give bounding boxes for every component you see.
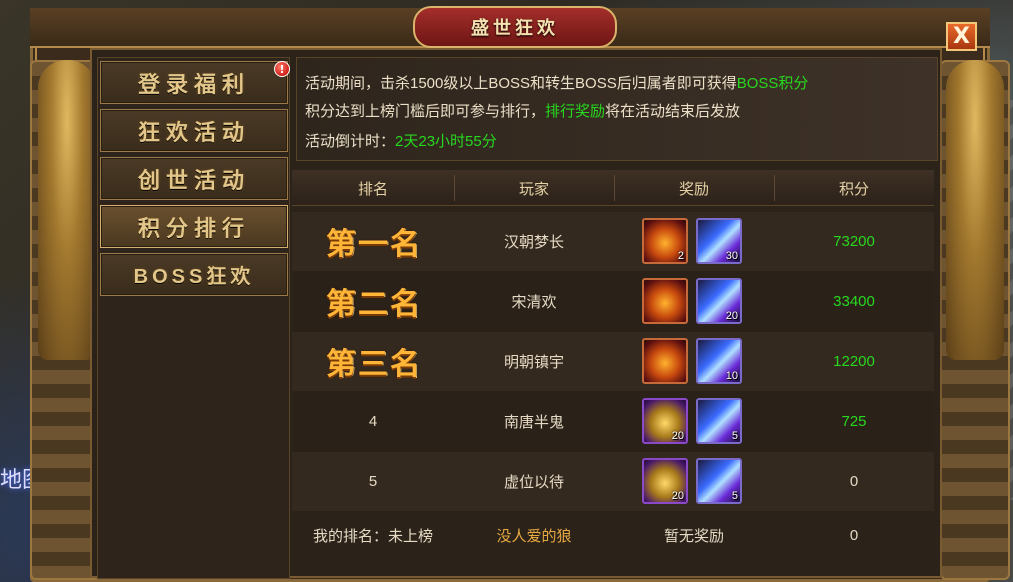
player-name[interactable]: 虚位以待	[454, 452, 614, 511]
crystal-item-icon[interactable]: 10	[696, 338, 742, 384]
score-value: 12200	[833, 353, 875, 370]
window-title: 盛世狂欢	[471, 18, 559, 39]
item-count: 5	[731, 490, 738, 502]
sidebar-item-label: BOSS狂欢	[133, 266, 255, 288]
rank-second-badge: 第二名	[326, 287, 422, 322]
rank-number: 5	[368, 473, 378, 490]
notification-badge-icon: !	[274, 61, 290, 77]
item-count: 10	[725, 370, 738, 382]
player-name[interactable]: 南唐半鬼	[454, 392, 614, 451]
item-count: 20	[671, 490, 684, 502]
my-score-value: 0	[849, 526, 859, 544]
score-value: 33400	[833, 293, 875, 310]
gourd-item-icon[interactable]	[642, 338, 688, 384]
score-value: 73200	[833, 233, 875, 250]
sidebar-item-label: 积分排行	[137, 215, 250, 242]
countdown-value: 2天23小时55分	[395, 133, 497, 150]
player-name[interactable]: 明朝镇宇	[454, 332, 614, 391]
info-text: 活动期间，击杀1500级以上BOSS和转生BOSS后归属者即可获得	[305, 75, 737, 92]
header-score: 积分	[838, 180, 869, 198]
left-guardian-statue	[38, 60, 96, 360]
sidebar-item-label: 登录福利	[137, 71, 250, 98]
sidebar-item-boss-carnival[interactable]: BOSS狂欢	[100, 253, 288, 296]
gourd-item-icon[interactable]: 2	[642, 218, 688, 264]
crystal-item-icon[interactable]: 20	[696, 278, 742, 324]
item-count: 20	[725, 310, 738, 322]
countdown-label: 活动倒计时：	[305, 133, 396, 150]
score-value: 725	[841, 413, 867, 430]
window-title-plate: 盛世狂欢	[413, 6, 617, 48]
treasure-chest-item-icon[interactable]: 20	[642, 458, 688, 504]
header-player: 玩家	[518, 180, 549, 198]
item-count: 2	[677, 250, 684, 262]
rank-third-badge: 第三名	[326, 347, 422, 382]
player-name[interactable]: 汉朝梦长	[454, 212, 614, 271]
gourd-item-icon[interactable]	[642, 278, 688, 324]
item-count: 30	[725, 250, 738, 262]
player-name[interactable]: 宋清欢	[454, 272, 614, 331]
rank-number: 4	[368, 413, 378, 430]
my-rank-label: 我的排名：未上榜	[312, 527, 433, 545]
sidebar-item-carnival-events[interactable]: 狂欢活动	[100, 109, 288, 152]
crystal-item-icon[interactable]: 5	[696, 458, 742, 504]
right-guardian-statue	[946, 60, 1004, 360]
sidebar-item-label: 创世活动	[137, 167, 250, 194]
countdown-line: 活动倒计时：2天23小时55分	[305, 130, 497, 151]
header-rank: 排名	[357, 180, 388, 198]
crystal-item-icon[interactable]: 30	[696, 218, 742, 264]
info-text: 积分达到上榜门槛后即可参与排行，	[305, 103, 546, 120]
info-highlight: BOSS积分	[736, 75, 809, 92]
crystal-item-icon[interactable]: 5	[696, 398, 742, 444]
my-player-name: 没人爱的狼	[496, 527, 572, 545]
item-count: 20	[671, 430, 684, 442]
score-value: 0	[849, 473, 859, 490]
sidebar-item-login-rewards[interactable]: 登录福利	[100, 61, 288, 104]
header-reward: 奖励	[678, 180, 709, 198]
my-reward-status: 暂无奖励	[663, 527, 724, 545]
treasure-chest-item-icon[interactable]: 20	[642, 398, 688, 444]
rank-first-badge: 第一名	[326, 227, 422, 262]
info-line-1: 活动期间，击杀1500级以上BOSS和转生BOSS后归属者即可获得BOSS积分	[305, 72, 808, 93]
sidebar-item-points-ranking[interactable]: 积分排行	[100, 205, 288, 248]
info-text: 将在活动结束后发放	[605, 103, 741, 120]
sidebar-item-genesis-events[interactable]: 创世活动	[100, 157, 288, 200]
item-count: 5	[731, 430, 738, 442]
close-button[interactable]: X	[946, 22, 977, 51]
info-line-2: 积分达到上榜门槛后即可参与排行，排行奖励将在活动结束后发放	[305, 100, 740, 121]
info-highlight: 排行奖励	[545, 103, 606, 120]
close-icon: X	[953, 24, 970, 49]
sidebar-item-label: 狂欢活动	[137, 119, 250, 146]
